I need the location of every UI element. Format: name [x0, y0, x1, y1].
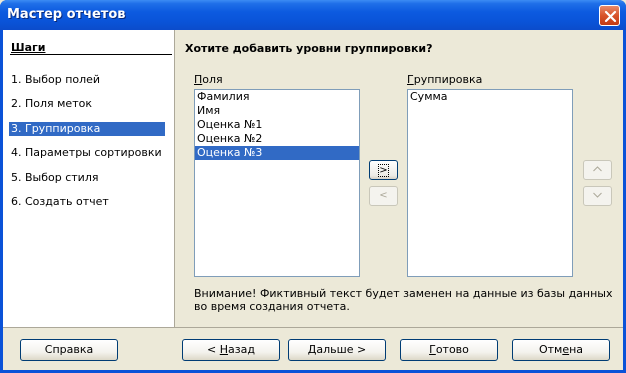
- step-item-create-report[interactable]: 6. Создать отчет: [9, 195, 165, 209]
- step-item-sort-options[interactable]: 4. Параметры сортировки: [9, 146, 165, 160]
- close-button[interactable]: [599, 5, 620, 26]
- step-item-choose-layout[interactable]: 5. Выбор стиля: [9, 171, 165, 185]
- title-bar[interactable]: Мастер отчетов: [0, 0, 626, 30]
- help-button[interactable]: Справка: [20, 339, 118, 361]
- list-item[interactable]: Сумма: [408, 90, 572, 104]
- fields-listbox[interactable]: Фамилия Имя Оценка №1 Оценка №2 Оценка №…: [194, 89, 360, 277]
- step-item-grouping[interactable]: 3. Группировка: [9, 122, 165, 136]
- remove-field-button[interactable]: <: [369, 186, 398, 206]
- list-item[interactable]: Имя: [195, 104, 359, 118]
- next-button[interactable]: Дальше >: [288, 339, 386, 361]
- list-item-selected[interactable]: Оценка №3: [195, 146, 359, 160]
- finish-button[interactable]: Готово: [400, 339, 498, 361]
- notice-text: Внимание! Фиктивный текст будет заменен …: [194, 287, 613, 313]
- fields-label: Поля: [194, 73, 223, 86]
- add-field-button[interactable]: >: [369, 160, 398, 180]
- back-button[interactable]: < Назад: [182, 339, 280, 361]
- grouping-page: Хотите добавить уровни группировки? Поля…: [176, 30, 623, 327]
- close-icon: [604, 10, 617, 23]
- list-item[interactable]: Оценка №2: [195, 132, 359, 146]
- grouping-listbox[interactable]: Сумма: [407, 89, 573, 277]
- button-bar: Справка < Назад Дальше > Готово Отмена: [3, 327, 623, 370]
- move-up-button[interactable]: [583, 160, 612, 180]
- dialog-body: Шаги 1. Выбор полей 2. Поля меток 3. Гру…: [3, 30, 623, 370]
- grouping-label: Группировка: [407, 73, 483, 86]
- chevron-down-icon: [593, 192, 602, 198]
- step-item-label-fields[interactable]: 2. Поля меток: [9, 97, 165, 111]
- page-question: Хотите добавить уровни группировки?: [185, 42, 433, 55]
- window-title: Мастер отчетов: [7, 7, 126, 22]
- move-down-button[interactable]: [583, 186, 612, 206]
- chevron-up-icon: [593, 166, 602, 172]
- list-item[interactable]: Оценка №1: [195, 118, 359, 132]
- step-item-select-fields[interactable]: 1. Выбор полей: [9, 73, 165, 87]
- steps-pane: Шаги 1. Выбор полей 2. Поля меток 3. Гру…: [3, 30, 175, 327]
- steps-title: Шаги: [11, 41, 46, 54]
- cancel-button[interactable]: Отмена: [512, 339, 610, 361]
- list-item[interactable]: Фамилия: [195, 90, 359, 104]
- steps-divider: [10, 54, 172, 55]
- report-wizard-window: Мастер отчетов Шаги 1. Выбор полей 2. По…: [0, 0, 626, 373]
